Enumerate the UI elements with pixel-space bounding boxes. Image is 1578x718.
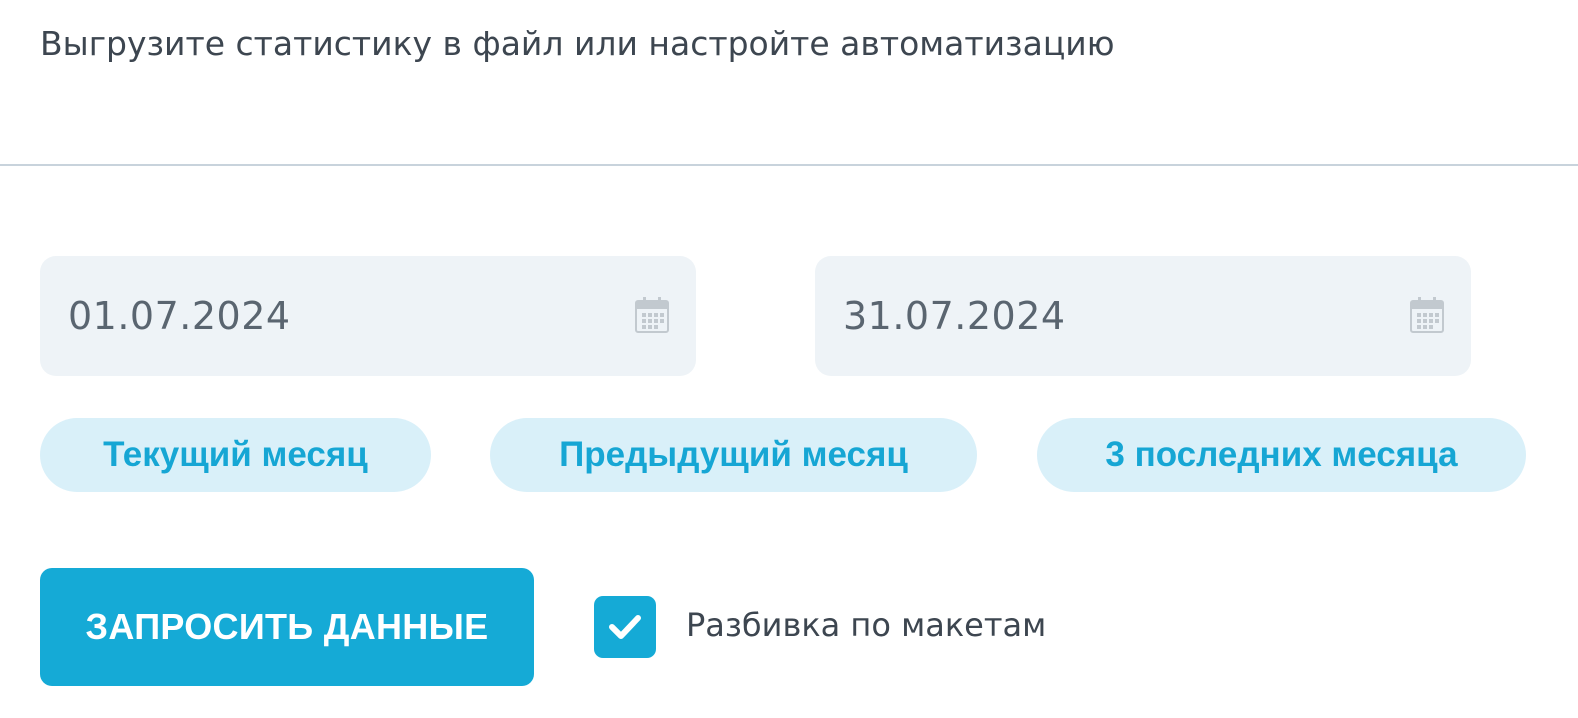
- calendar-icon[interactable]: [634, 296, 670, 334]
- split-by-layouts-label[interactable]: Разбивка по макетам: [686, 606, 1046, 644]
- start-date-field[interactable]: 01.07.2024: [40, 256, 696, 376]
- request-data-button[interactable]: ЗАПРОСИТЬ ДАННЫЕ: [40, 568, 534, 686]
- start-date-value: 01.07.2024: [68, 294, 291, 338]
- preset-current-month-button[interactable]: Текущий месяц: [40, 418, 431, 492]
- end-date-value: 31.07.2024: [843, 294, 1066, 338]
- split-by-layouts-checkbox[interactable]: [594, 596, 656, 658]
- end-date-field[interactable]: 31.07.2024: [815, 256, 1471, 376]
- divider: [0, 164, 1578, 166]
- calendar-icon[interactable]: [1409, 296, 1445, 334]
- page-subtitle: Выгрузите статистику в файл или настройт…: [40, 24, 1115, 63]
- preset-last-three-months-button[interactable]: 3 последних месяца: [1037, 418, 1526, 492]
- checkmark-icon: [609, 615, 641, 639]
- preset-previous-month-button[interactable]: Предыдущий месяц: [490, 418, 977, 492]
